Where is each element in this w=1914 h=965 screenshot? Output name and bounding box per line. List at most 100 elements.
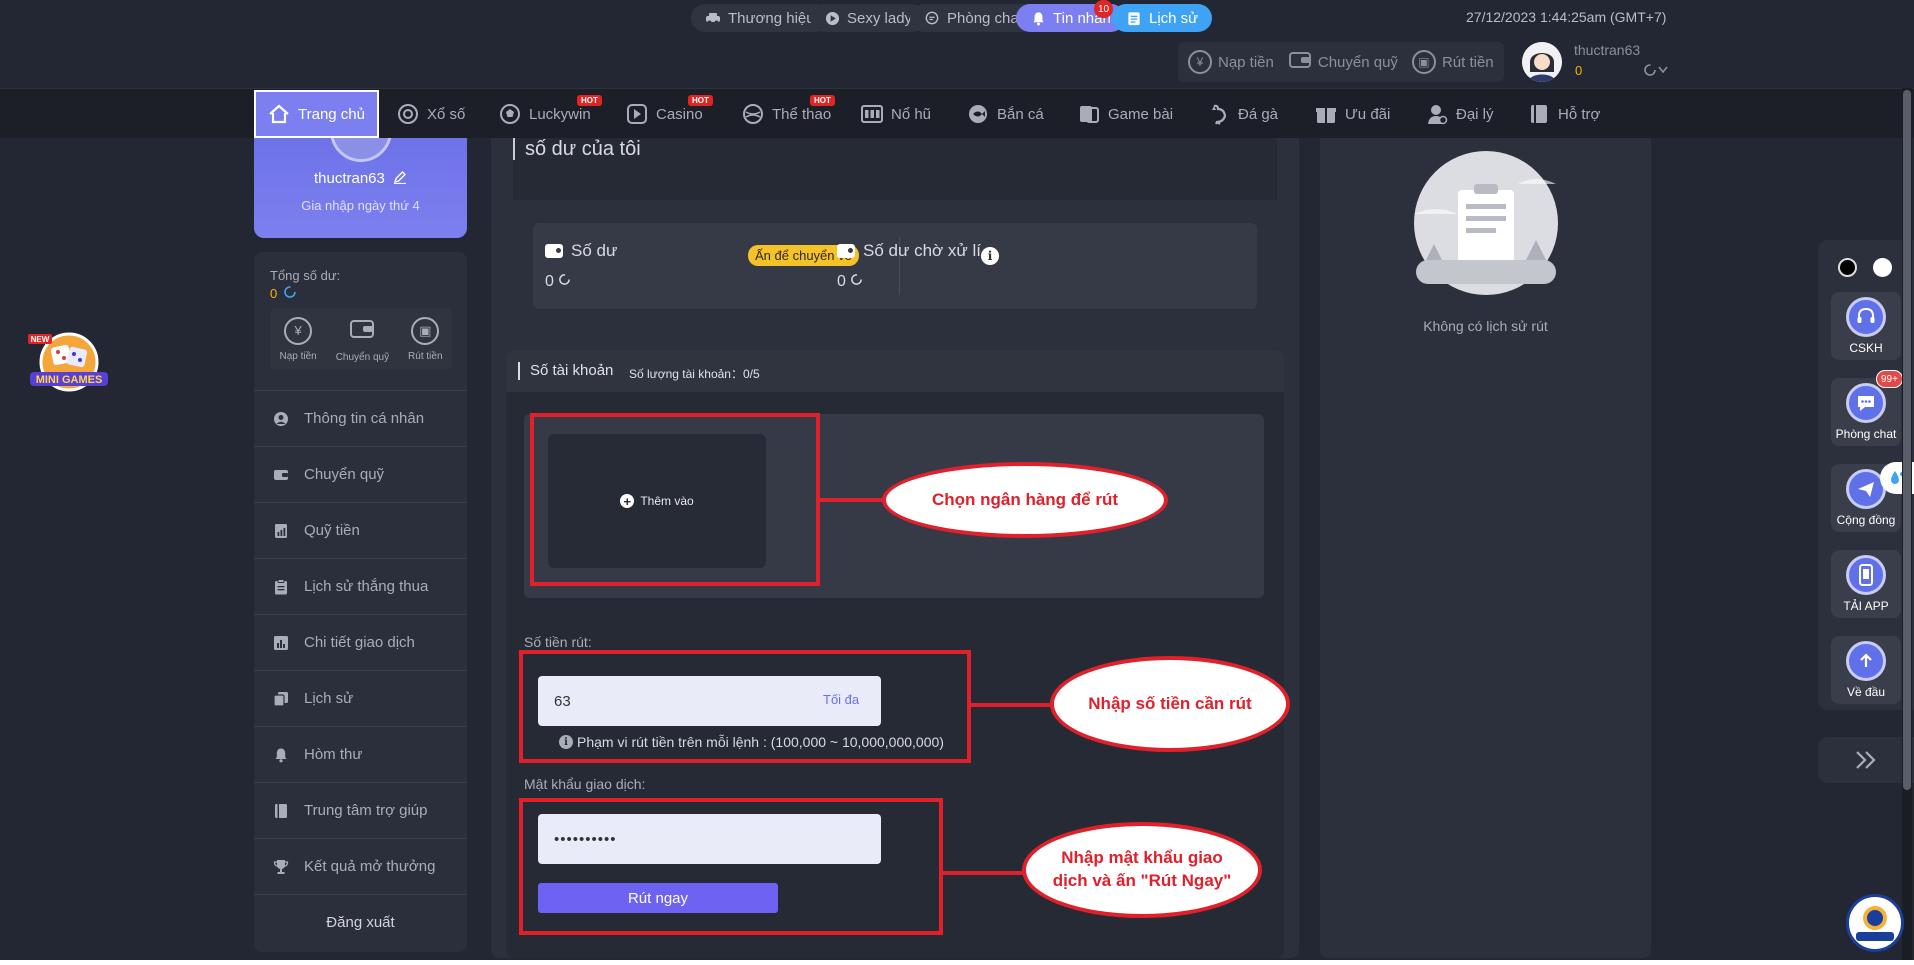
nav-label: Nổ hũ <box>891 105 932 123</box>
balance-label: Số dư <box>571 241 618 260</box>
pill-brand[interactable]: Thương hiệu <box>691 4 829 32</box>
sidebar-item-transactions[interactable]: Chi tiết giao dịch <box>254 614 467 670</box>
edit-icon[interactable] <box>393 170 407 188</box>
refresh-icon[interactable] <box>283 285 297 302</box>
pending-value: 0 <box>837 273 846 290</box>
refresh-icon[interactable] <box>558 273 571 291</box>
sidebar-item-label: Kết quả mở thưởng <box>304 858 436 875</box>
withdraw-button[interactable]: ▣ Rút tiền <box>1411 50 1494 74</box>
nav-card-games[interactable]: Game bài <box>1078 89 1173 139</box>
cards-icon <box>1078 103 1100 125</box>
theme-switch[interactable] <box>1838 258 1892 277</box>
messages-badge: 10 <box>1094 0 1114 18</box>
refresh-dropdown-icon[interactable] <box>1643 63 1671 80</box>
sidebar-item-personal-info[interactable]: Thông tin cá nhân <box>254 390 467 446</box>
withdraw-history-panel: Không có lịch sử rút <box>1320 138 1651 958</box>
pill-history[interactable]: Lịch sử <box>1112 4 1213 32</box>
top-bar: Thương hiệu Sexy lady Phòng chat Tin nhắ… <box>0 0 1914 88</box>
nav-support[interactable]: Hỗ trợ <box>1528 89 1600 139</box>
toolbar-label: TẢI APP <box>1843 599 1889 613</box>
wallet-icon <box>348 315 376 346</box>
balance-box: Số dư 0 Ấn để chuyển về Số dư chờ xử lí … <box>533 223 1257 309</box>
sidebar-item-history[interactable]: Lịch sử <box>254 670 467 726</box>
avatar[interactable] <box>1522 42 1562 82</box>
account-count: Số lượng tài khoản：0/5 <box>629 367 760 381</box>
info-icon[interactable]: i <box>981 247 999 265</box>
transfer-label: Chuyển quỹ <box>1317 53 1398 71</box>
sidebar-item-results[interactable]: Kết quả mở thưởng <box>254 838 467 894</box>
sidebar-item-transfer[interactable]: Chuyển quỹ <box>254 446 467 502</box>
deposit-button[interactable]: ¥ Nạp tiền <box>1188 50 1274 74</box>
history-icon <box>1126 10 1142 26</box>
join-days: Gia nhập ngày thứ 4 <box>301 198 420 213</box>
soccer-icon <box>499 103 521 125</box>
toolbar-label: Phòng chat <box>1835 427 1897 441</box>
sidebar-item-win-loss[interactable]: Lịch sử thắng thua <box>254 558 467 614</box>
nav-lottery[interactable]: Xổ số <box>397 89 465 139</box>
hot-badge: HOT <box>688 95 713 106</box>
quick-label: Chuyển quỹ <box>335 352 390 363</box>
password-label: Mật khẩu giao dịch: <box>524 776 646 792</box>
nav-agent[interactable]: Đại lý <box>1426 89 1494 139</box>
back-to-top-button[interactable]: Về đầu <box>1831 636 1901 704</box>
hot-badge: HOT <box>577 95 602 106</box>
nav-label: Ưu đãi <box>1345 105 1391 123</box>
sidebar-item-mailbox[interactable]: Hòm thư <box>254 726 467 782</box>
download-app-button[interactable]: TẢI APP <box>1831 550 1901 618</box>
collapse-toolbar-icon[interactable] <box>1818 737 1914 783</box>
nav-home[interactable]: Trang chủ <box>254 90 379 138</box>
scrollbar-thumb[interactable] <box>1903 90 1911 790</box>
page-title: số dư của tôi <box>513 138 641 160</box>
customer-support-button[interactable]: CSKH <box>1831 292 1901 360</box>
nav-cockfight[interactable]: Đá gà <box>1208 89 1278 139</box>
pill-label: Lịch sử <box>1149 9 1199 27</box>
slot-icon <box>861 103 883 125</box>
nav-slots[interactable]: Nổ hũ <box>861 89 931 139</box>
sidebar-item-label: Chuyển quỹ <box>304 466 385 483</box>
deposit-label: Nạp tiền <box>1218 53 1274 71</box>
user-name: thuctran63 <box>1574 42 1641 58</box>
total-balance-value: 0 <box>270 286 278 301</box>
chat-room-button[interactable]: Phòng chat <box>1831 378 1901 446</box>
pill-label: Sexy lady <box>847 9 913 27</box>
lottery-icon <box>397 103 419 125</box>
sidebar-item-fund[interactable]: Quỹ tiền <box>254 502 467 558</box>
transfer-button[interactable]: Chuyển quỹ <box>1288 50 1398 74</box>
dark-theme-dot[interactable] <box>1838 258 1857 277</box>
arrow-up-icon <box>1846 641 1886 681</box>
wallet-icon <box>545 244 563 258</box>
nav-promotions[interactable]: Ưu đãi <box>1315 89 1390 139</box>
fish-icon <box>967 103 989 125</box>
headset-icon <box>1846 297 1886 337</box>
total-balance: 0 <box>270 285 297 302</box>
nav-label: Bắn cá <box>997 105 1044 123</box>
nav-fishing[interactable]: Bắn cá <box>967 89 1044 139</box>
annotation-box-bank <box>530 413 820 586</box>
quick-withdraw[interactable]: ▣ Rút tiền <box>408 316 443 362</box>
profile-name-text: thuctran63 <box>313 170 385 187</box>
quick-deposit[interactable]: ¥ Nạp tiền <box>279 316 317 362</box>
annotation-box-amount <box>519 650 971 763</box>
balance-value: 0 <box>545 273 554 290</box>
sidebar-menu: Thông tin cá nhân Chuyển quỹ Quỹ tiền Lị… <box>254 390 467 950</box>
profile-card: thuctran63 Gia nhập ngày thứ 4 <box>254 138 467 238</box>
nav-label: Game bài <box>1108 105 1174 123</box>
pill-sexy-lady[interactable]: Sexy lady <box>810 4 927 32</box>
profile-avatar[interactable] <box>330 138 392 162</box>
quick-transfer[interactable]: Chuyển quỹ <box>336 315 389 363</box>
quick-actions: ¥ Nạp tiền Chuyển quỹ ▣ Rút tiền <box>270 308 452 370</box>
sidebar-item-help-center[interactable]: Trung tâm trợ giúp <box>254 782 467 838</box>
chart-icon <box>272 634 290 652</box>
refresh-icon[interactable] <box>850 273 863 291</box>
sidebar-item-label: Trung tâm trợ giúp <box>304 802 428 819</box>
amount-label: Số tiền rút: <box>524 634 592 650</box>
mini-games-button[interactable]: MINI GAMES NEW <box>28 328 110 396</box>
fund-icon <box>272 522 290 540</box>
datetime: 27/12/2023 1:44:25am (GMT+7) <box>1466 9 1667 25</box>
nav-label: Hỗ trợ <box>1558 105 1601 123</box>
nav-label: Đá gà <box>1238 105 1279 123</box>
nav-label: Luckywin <box>529 105 591 123</box>
light-theme-dot[interactable] <box>1873 258 1892 277</box>
logout-button[interactable]: Đăng xuất <box>254 894 467 950</box>
withdraw-icon: ▣ <box>1411 50 1436 74</box>
